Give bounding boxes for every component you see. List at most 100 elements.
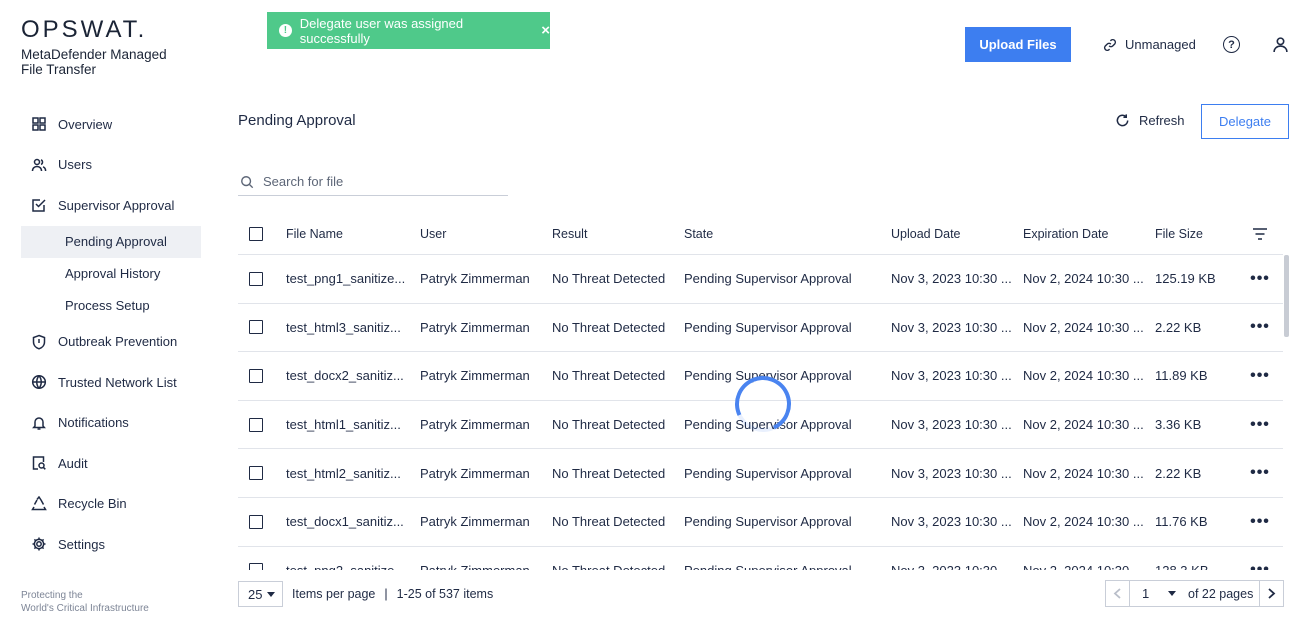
column-header-result[interactable]: Result xyxy=(552,227,684,241)
unmanaged-link[interactable]: Unmanaged xyxy=(1103,37,1196,52)
table-row[interactable]: test_docx1_sanitiz... Patryk Zimmerman No … xyxy=(238,498,1283,547)
file-name-cell[interactable]: test_png1_sanitize... xyxy=(286,271,420,286)
more-actions-icon[interactable]: ••• xyxy=(1250,270,1270,286)
success-toast: ! Delegate user was assigned successfull… xyxy=(267,12,550,49)
table-row[interactable]: test_png2_sanitize...Patryk ZimmermanNo … xyxy=(238,547,1283,570)
brand: OPSWAT. MetaDefender Managed File Transf… xyxy=(21,16,181,77)
toast-message: Delegate user was assigned successfully xyxy=(299,15,464,46)
upload-files-button[interactable]: Upload Files xyxy=(965,27,1071,62)
sidebar-item-label: Audit xyxy=(58,455,88,471)
file-name-cell[interactable]: test_html2_sanitiz... xyxy=(286,466,420,481)
chevron-left-icon xyxy=(1113,588,1121,599)
sidebar-item-outbreak-prevention[interactable]: Outbreak Prevention xyxy=(21,322,201,363)
sidebar-item-recycle-bin[interactable]: Recycle Bin xyxy=(21,484,201,525)
file-name-cell[interactable]: test_html3_sanitiz... xyxy=(286,320,420,335)
shield-icon xyxy=(31,334,47,350)
globe-icon xyxy=(31,374,47,390)
opswat-logo[interactable]: OPSWAT. xyxy=(21,16,181,44)
sidebar-subitem-approval-history[interactable]: Approval History xyxy=(21,258,201,290)
table-row[interactable]: test_html2_sanitiz... Patryk Zimmerman No … xyxy=(238,449,1283,498)
sidebar-subitem-process-setup[interactable]: Process Setup xyxy=(21,290,201,322)
user-cell: Patryk Zimmerman xyxy=(420,319,530,335)
file-name-cell[interactable]: test_html1_sanitiz... xyxy=(286,417,420,432)
upload-date-cell: Nov 3, 2023 10:30 ... xyxy=(891,271,1012,287)
page-number-select[interactable]: 1 xyxy=(1130,586,1184,601)
sidebar-item-audit[interactable]: Audit xyxy=(21,443,201,484)
row-checkbox[interactable] xyxy=(249,563,263,570)
filter-columns-icon[interactable] xyxy=(1237,227,1283,241)
result-cell: No Threat Detected xyxy=(552,417,666,433)
state-cell: Pending Supervisor Approval xyxy=(684,319,852,335)
file-size-cell: 3.36 KB xyxy=(1155,417,1202,433)
sidebar-item-label: Outbreak Prevention xyxy=(58,334,178,350)
search-bar xyxy=(238,168,508,196)
more-actions-icon[interactable]: ••• xyxy=(1250,562,1270,570)
sidebar-item-label: Users xyxy=(58,157,92,173)
sidebar-item-overview[interactable]: Overview xyxy=(21,104,201,145)
row-checkbox[interactable] xyxy=(249,514,263,529)
column-header-state[interactable]: State xyxy=(684,227,891,241)
column-header-file-size[interactable]: File Size xyxy=(1155,227,1237,241)
next-page-button[interactable] xyxy=(1259,581,1283,606)
column-header-upload-date[interactable]: Upload Date xyxy=(891,227,1023,241)
table-row[interactable]: test_html3_sanitiz... Patryk Zimmerman No … xyxy=(238,304,1283,353)
row-checkbox[interactable] xyxy=(249,368,263,383)
sidebar-item-users[interactable]: Users xyxy=(21,145,201,186)
sidebar-subitem-pending-approval[interactable]: Pending Approval xyxy=(21,225,201,258)
more-actions-icon[interactable]: ••• xyxy=(1250,367,1270,383)
more-actions-icon[interactable]: ••• xyxy=(1250,513,1270,529)
column-header-expiration-date[interactable]: Expiration Date xyxy=(1023,227,1155,241)
upload-date-cell: Nov 3, 2023 10:30 ... xyxy=(891,319,1012,335)
user-icon[interactable] xyxy=(1272,36,1289,56)
previous-page-button[interactable] xyxy=(1106,581,1130,606)
expiration-date-cell: Nov 2, 2024 10:30 ... xyxy=(1023,465,1144,481)
table-row[interactable]: test_png1_sanitize... Patryk Zimmerman No … xyxy=(238,255,1283,304)
delegate-button[interactable]: Delegate xyxy=(1201,104,1289,139)
gear-icon xyxy=(31,536,47,552)
more-actions-icon[interactable]: ••• xyxy=(1250,465,1270,481)
more-actions-icon[interactable]: ••• xyxy=(1250,319,1270,335)
search-input[interactable] xyxy=(263,174,493,189)
sidebar-item-notifications[interactable]: Notifications xyxy=(21,403,201,444)
pagination-separator: | xyxy=(384,587,388,601)
state-cell: Pending Supervisor Approval xyxy=(684,465,852,481)
file-size-cell: 11.89 KB xyxy=(1155,368,1208,384)
sidebar-item-label: Notifications xyxy=(58,415,129,431)
upload-date-cell: Nov 3, 2023 10:30 ... xyxy=(891,368,1012,384)
file-size-cell: 11.76 KB xyxy=(1155,514,1208,530)
file-name-cell[interactable]: test_png2_sanitize... xyxy=(286,563,420,570)
result-cell: No Threat Detected xyxy=(552,271,666,287)
row-checkbox[interactable] xyxy=(249,417,263,432)
help-icon[interactable]: ? xyxy=(1223,36,1240,53)
recycle-icon xyxy=(31,495,47,512)
users-icon xyxy=(31,157,47,173)
file-name-cell[interactable]: test_docx1_sanitiz... xyxy=(286,514,420,529)
items-range: 1-25 of 537 items xyxy=(396,587,494,601)
state-cell: Pending Supervisor Approval xyxy=(684,514,852,530)
row-checkbox[interactable] xyxy=(249,466,263,481)
pagination-info: Items per page | 1-25 of 537 items xyxy=(292,587,493,601)
items-per-page-label: Items per page xyxy=(292,587,376,601)
user-cell: Patryk Zimmerman xyxy=(420,271,530,287)
page-size-select[interactable]: 25 xyxy=(238,581,283,607)
refresh-label: Refresh xyxy=(1139,113,1185,128)
upload-date-cell: Nov 3, 2023 10:30 ... xyxy=(891,465,1012,481)
row-checkbox[interactable] xyxy=(249,271,263,286)
chevron-down-icon xyxy=(1168,591,1176,596)
table-scrollbar[interactable] xyxy=(1284,255,1289,337)
refresh-button[interactable]: Refresh xyxy=(1115,113,1185,128)
close-icon[interactable]: × xyxy=(541,22,550,39)
upload-date-cell: Nov 3, 2023 10:30 ... xyxy=(891,563,1023,570)
select-all-checkbox[interactable] xyxy=(249,226,263,241)
sidebar-item-settings[interactable]: Settings xyxy=(21,524,201,565)
column-header-file-name[interactable]: File Name xyxy=(286,227,420,241)
sidebar-item-supervisor-approval[interactable]: Supervisor Approval xyxy=(21,185,201,226)
file-name-cell[interactable]: test_docx2_sanitiz... xyxy=(286,368,420,383)
expiration-date-cell: Nov 2, 2024 10:30 ... xyxy=(1023,368,1144,384)
more-actions-icon[interactable]: ••• xyxy=(1250,416,1270,432)
expiration-date-cell: Nov 2, 2024 10:30 ... xyxy=(1023,514,1144,530)
footer-line: World's Critical Infrastructure xyxy=(21,603,149,614)
column-header-user[interactable]: User xyxy=(420,227,552,241)
sidebar-item-trusted-network-list[interactable]: Trusted Network List xyxy=(21,362,201,403)
row-checkbox[interactable] xyxy=(249,320,263,335)
